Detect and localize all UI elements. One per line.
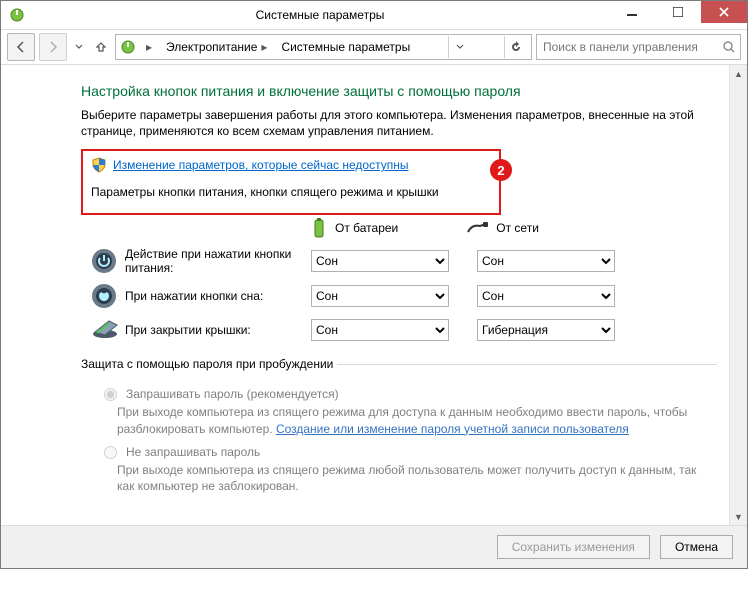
search-input[interactable]: [541, 39, 722, 55]
radio-require-password-input: [104, 388, 117, 401]
search-box[interactable]: [536, 34, 741, 60]
vertical-scrollbar[interactable]: ▲ ▼: [729, 65, 747, 525]
power-options-icon: [9, 7, 25, 23]
window-buttons: [609, 1, 747, 29]
lid-ac-select[interactable]: Гибернация: [477, 319, 615, 341]
window: Системные параметры ▸ Электропитание▸ Си…: [0, 0, 748, 569]
ac-label: От сети: [496, 221, 539, 235]
plug-icon: [466, 220, 488, 236]
minimize-button[interactable]: [609, 1, 655, 23]
sleep-ac-select[interactable]: Сон: [477, 285, 615, 307]
save-button: Сохранить изменения: [497, 535, 650, 559]
shield-icon: [91, 157, 107, 173]
radio-require-password-label: Запрашивать пароль (рекомендуется): [126, 387, 339, 401]
radio-no-password: Не запрашивать пароль: [99, 445, 717, 459]
breadcrumb-item-2[interactable]: Системные параметры: [277, 40, 414, 54]
change-unavailable-settings-link[interactable]: Изменение параметров, которые сейчас нед…: [113, 158, 409, 172]
close-button[interactable]: [701, 1, 747, 23]
scroll-up-icon[interactable]: ▲: [730, 65, 747, 82]
scroll-track[interactable]: [730, 82, 747, 508]
group-legend: Защита с помощью пароля при пробуждении: [81, 357, 337, 371]
cancel-button[interactable]: Отмена: [660, 535, 733, 559]
content-area: Настройка кнопок питания и включение защ…: [1, 65, 747, 525]
refresh-icon[interactable]: [504, 36, 527, 58]
radio-require-password: Запрашивать пароль (рекомендуется): [99, 387, 717, 401]
power-ac-select[interactable]: Сон: [477, 250, 615, 272]
battery-label: От батареи: [335, 221, 398, 235]
maximize-button[interactable]: [655, 1, 701, 23]
battery-icon: [311, 217, 327, 239]
nav-history-dropdown[interactable]: [71, 34, 87, 60]
nav-forward-button[interactable]: [39, 33, 67, 61]
radio-no-password-desc: При выходе компьютера из спящего режима …: [117, 462, 697, 494]
search-icon: [722, 40, 736, 54]
titlebar: Системные параметры: [1, 1, 747, 30]
power-options-icon: [120, 39, 136, 55]
navbar: ▸ Электропитание▸ Системные параметры: [1, 30, 747, 65]
row-sleep-button: При нажатии кнопки сна: Сон Сон: [81, 283, 717, 309]
password-protection-group: Защита с помощью пароля при пробуждении …: [81, 357, 717, 502]
sleep-battery-select[interactable]: Сон: [311, 285, 449, 307]
row-lid-label: При закрытии крышки:: [117, 323, 311, 337]
breadcrumb-item-1[interactable]: Электропитание▸: [162, 40, 275, 54]
row-sleep-label: При нажатии кнопки сна:: [117, 289, 311, 303]
create-password-link[interactable]: Создание или изменение пароля учетной за…: [276, 422, 629, 436]
annotation-badge: 2: [490, 159, 512, 181]
lid-battery-select[interactable]: Сон: [311, 319, 449, 341]
nav-up-button[interactable]: [91, 34, 111, 60]
section-subheading: Параметры кнопки питания, кнопки спящего…: [91, 185, 491, 199]
row-power-button: Действие при нажатии кнопки питания: Сон…: [81, 247, 717, 275]
page-heading: Настройка кнопок питания и включение защ…: [81, 83, 717, 99]
column-headers: От батареи От сети: [81, 217, 717, 239]
lid-icon: [91, 317, 117, 343]
intro-text: Выберите параметры завершения работы для…: [81, 107, 701, 139]
nav-back-button[interactable]: [7, 33, 35, 61]
sleep-button-icon: [91, 283, 117, 309]
scroll-down-icon[interactable]: ▼: [730, 508, 747, 525]
radio-require-password-desc: При выходе компьютера из спящего режима …: [117, 404, 697, 436]
power-battery-select[interactable]: Сон: [311, 250, 449, 272]
refresh-button[interactable]: [448, 36, 471, 58]
radio-no-password-input: [104, 446, 117, 459]
power-button-icon: [91, 248, 117, 274]
window-title: Системные параметры: [31, 8, 609, 22]
address-bar[interactable]: ▸ Электропитание▸ Системные параметры: [115, 34, 532, 60]
row-lid: При закрытии крышки: Сон Гибернация: [81, 317, 717, 343]
row-power-label: Действие при нажатии кнопки питания:: [117, 247, 311, 275]
footer: Сохранить изменения Отмена: [1, 525, 747, 568]
breadcrumb-sep[interactable]: ▸: [138, 40, 160, 54]
highlight-box: Изменение параметров, которые сейчас нед…: [81, 149, 501, 215]
radio-no-password-label: Не запрашивать пароль: [126, 445, 260, 459]
